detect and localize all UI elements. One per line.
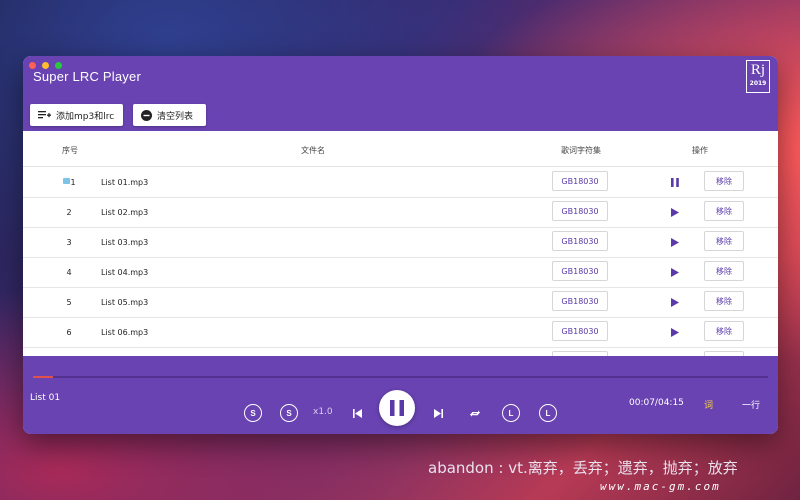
row-filename: List 02.mp3: [101, 208, 149, 217]
play-pause-button[interactable]: [379, 390, 415, 426]
clear-list-label: 清空列表: [157, 111, 194, 122]
forward-button[interactable]: S: [280, 404, 298, 422]
table-row[interactable]: 2 List 02.mp3 GB18030 移除: [23, 197, 778, 228]
toolbar: 添加mp3和lrc 清空列表: [23, 97, 778, 131]
play-icon[interactable]: [668, 326, 682, 338]
close-window-button[interactable]: [29, 62, 36, 69]
table-row[interactable]: 5 List 05.mp3 GB18030 移除: [23, 287, 778, 318]
app-logo: Rj 2019: [746, 60, 770, 93]
player-bar: List 01 S S x1.0 L L 00:07/04:15 词 一行: [23, 356, 778, 434]
logo-text: Rj: [750, 62, 766, 78]
lyric-caption: abandon : vt.离弃，丢弃；遗弃，抛弃；放弃: [428, 459, 738, 477]
loop-a-button[interactable]: L: [502, 404, 520, 422]
forward-icon: S: [286, 408, 292, 418]
speed-button[interactable]: x1.0: [313, 407, 333, 417]
table-row-partial: [23, 347, 778, 356]
zoom-window-button[interactable]: [55, 62, 62, 69]
header-index: 序号: [62, 146, 78, 155]
logo-year: 2019: [749, 80, 767, 87]
playlist-table: 序号 文件名 歌词字符集 操作 1 List 01.mp3 GB18030 移除…: [23, 131, 778, 356]
charset-button[interactable]: GB18030: [552, 231, 608, 251]
header-charset: 歌词字符集: [561, 146, 601, 155]
title-bar: Super LRC Player Rj 2019: [23, 56, 778, 97]
minimize-window-button[interactable]: [42, 62, 49, 69]
play-icon[interactable]: [668, 236, 682, 248]
pause-icon: [390, 400, 404, 416]
play-icon[interactable]: [668, 296, 682, 308]
add-files-label: 添加mp3和lrc: [56, 111, 115, 122]
play-icon[interactable]: [668, 206, 682, 218]
header-actions: 操作: [692, 146, 708, 155]
row-index: 2: [66, 208, 72, 217]
app-title: Super LRC Player: [33, 69, 141, 84]
table-header: 序号 文件名 歌词字符集 操作: [23, 131, 778, 167]
line-mode-button[interactable]: 一行: [742, 398, 760, 411]
app-window: Super LRC Player Rj 2019 添加mp3和lrc 清空列表 …: [23, 56, 778, 434]
remove-button[interactable]: 移除: [704, 201, 744, 221]
row-filename: List 06.mp3: [101, 328, 149, 337]
remove-button[interactable]: 移除: [704, 171, 744, 191]
loop-b-button[interactable]: L: [539, 404, 557, 422]
header-filename: 文件名: [301, 146, 325, 155]
charset-button[interactable]: GB18030: [552, 261, 608, 281]
row-index: 5: [66, 298, 72, 307]
table-row[interactable]: 4 List 04.mp3 GB18030 移除: [23, 257, 778, 288]
remove-button[interactable]: 移除: [704, 231, 744, 251]
row-filename: List 05.mp3: [101, 298, 149, 307]
row-index: 6: [66, 328, 72, 337]
progress-fill: [33, 376, 53, 378]
row-filename: List 03.mp3: [101, 238, 149, 247]
row-filename: List 01.mp3: [101, 178, 149, 187]
rewind-button[interactable]: S: [244, 404, 262, 422]
remove-button[interactable]: 移除: [704, 291, 744, 311]
row-index: 4: [66, 268, 72, 277]
table-row[interactable]: 6 List 06.mp3 GB18030 移除: [23, 317, 778, 348]
charset-button[interactable]: GB18030: [552, 321, 608, 341]
clear-list-button[interactable]: 清空列表: [133, 104, 206, 126]
add-list-icon: [38, 110, 51, 120]
play-icon[interactable]: [668, 266, 682, 278]
remove-button[interactable]: 移除: [704, 261, 744, 281]
next-track-icon[interactable]: [433, 408, 443, 418]
repeat-icon[interactable]: [470, 408, 480, 418]
progress-bar[interactable]: [33, 376, 768, 378]
charset-button[interactable]: GB18030: [552, 291, 608, 311]
rewind-icon: S: [250, 408, 256, 418]
row-filename: List 04.mp3: [101, 268, 149, 277]
pause-icon[interactable]: [668, 176, 682, 188]
watermark: www.mac-gm.com: [600, 480, 721, 493]
row-index: 1: [70, 178, 76, 187]
loop-b-icon: L: [545, 408, 551, 418]
loop-a-icon: L: [508, 408, 514, 418]
lyric-toggle-button[interactable]: 词: [704, 398, 713, 411]
add-files-button[interactable]: 添加mp3和lrc: [30, 104, 123, 126]
charset-button[interactable]: GB18030: [552, 201, 608, 221]
current-track-name: List 01: [30, 393, 61, 403]
table-row[interactable]: 1 List 01.mp3 GB18030 移除: [23, 167, 778, 198]
previous-track-icon[interactable]: [352, 408, 362, 418]
remove-button[interactable]: 移除: [704, 321, 744, 341]
playback-time: 00:07/04:15: [629, 398, 684, 408]
remove-circle-icon: [141, 109, 152, 121]
charset-button[interactable]: GB18030: [552, 171, 608, 191]
table-row[interactable]: 3 List 03.mp3 GB18030 移除: [23, 227, 778, 258]
row-index: 3: [66, 238, 72, 247]
